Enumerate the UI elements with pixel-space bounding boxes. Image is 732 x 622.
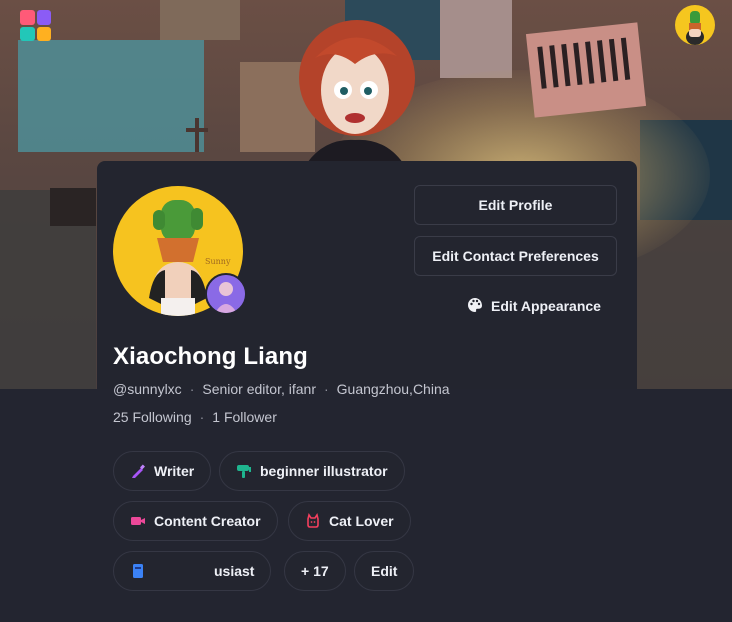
user-avatar-icon[interactable] [675,5,715,45]
edit-profile-label: Edit Profile [478,197,553,213]
more-tags-button[interactable]: + 17 [284,551,346,591]
followers-link[interactable]: 1 Follower [212,409,277,425]
tag-enthusiast[interactable]: usiast [113,551,272,591]
more-tags-label: + 17 [301,563,329,579]
tag-label: Writer [154,463,195,479]
tag-label: beginner illustrator [260,463,388,479]
cat-icon [305,513,321,529]
edit-profile-button[interactable]: Edit Profile [414,185,617,225]
separator: · [189,381,195,397]
separator: · [323,381,329,397]
app-grid-icon[interactable] [20,10,51,41]
tag-label: Content Creator [154,513,261,529]
pen-icon [130,463,146,479]
badge-avatar [205,273,247,315]
tag-label: Cat Lover [329,513,394,529]
edit-tags-button[interactable]: Edit [354,551,415,591]
tag-cat-lover[interactable]: Cat Lover [288,501,411,541]
tag-content-creator[interactable]: Content Creator [113,501,278,541]
following-link[interactable]: 25 Following [113,409,192,425]
profile-handle: @sunnylxc [113,381,182,397]
profile-name: Xiaochong Liang [113,343,308,370]
edit-appearance-button[interactable]: Edit Appearance [454,288,614,324]
palette-icon [467,297,483,316]
edit-appearance-label: Edit Appearance [491,298,601,314]
tag-beginner-illustrator[interactable]: beginner illustrator [219,451,405,491]
paint-roller-icon [236,463,252,479]
profile-location: Guangzhou,China [336,381,450,397]
follow-stats: 25 Following · 1 Follower [113,409,277,425]
book-icon [130,563,146,579]
profile-title: Senior editor, ifanr [202,381,316,397]
svg-text:Sunny: Sunny [205,257,231,266]
separator: · [199,409,205,425]
profile-meta: @sunnylxc · Senior editor, ifanr · Guang… [113,381,450,397]
edit-tags-label: Edit [371,563,398,579]
edit-contact-preferences-button[interactable]: Edit Contact Preferences [414,236,617,276]
tag-label: usiast [214,563,255,579]
tag-writer[interactable]: Writer [113,451,212,491]
redacted-area [154,562,216,580]
illustrated-woman [299,20,415,163]
video-camera-icon [130,513,146,529]
edit-contact-label: Edit Contact Preferences [432,248,599,264]
